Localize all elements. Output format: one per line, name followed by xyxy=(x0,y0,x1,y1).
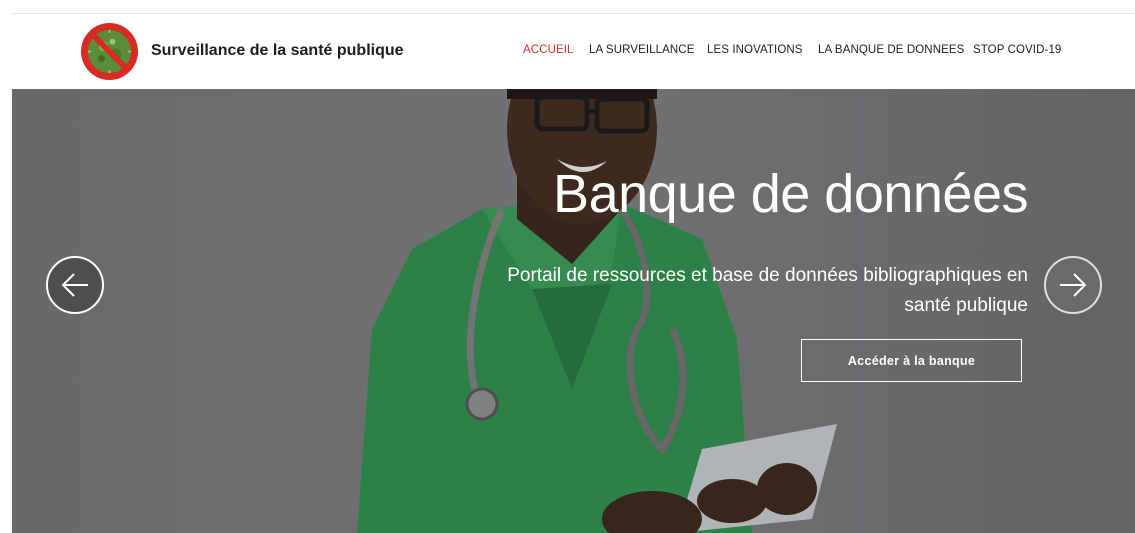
site-title[interactable]: Surveillance de la santé publique xyxy=(151,42,404,60)
access-bank-button[interactable]: Accéder à la banque xyxy=(801,339,1022,382)
nav-item-banque[interactable]: LA BANQUE DE DONNEES xyxy=(818,44,964,56)
carousel-next-button[interactable] xyxy=(1044,256,1102,314)
hero-subtitle: Portail de ressources et base de données… xyxy=(507,265,1028,316)
no-virus-icon[interactable] xyxy=(80,22,139,81)
nav-item-surveillance[interactable]: LA SURVEILLANCE xyxy=(589,44,694,56)
hero-slider: Banque de données Portail de ressources … xyxy=(12,89,1135,533)
nav-item-accueil[interactable]: ACCUEIL xyxy=(523,44,574,56)
nav-item-inovations[interactable]: LES INOVATIONS xyxy=(707,44,803,56)
hero-title: Banque de données xyxy=(553,164,1028,224)
arrow-right-icon xyxy=(1060,273,1087,297)
arrow-left-icon xyxy=(61,273,88,297)
carousel-prev-button[interactable] xyxy=(46,256,104,314)
nav-item-stop-covid[interactable]: STOP COVID-19 xyxy=(973,44,1061,56)
site-header: Surveillance de la santé publique ACCUEI… xyxy=(12,14,1135,89)
